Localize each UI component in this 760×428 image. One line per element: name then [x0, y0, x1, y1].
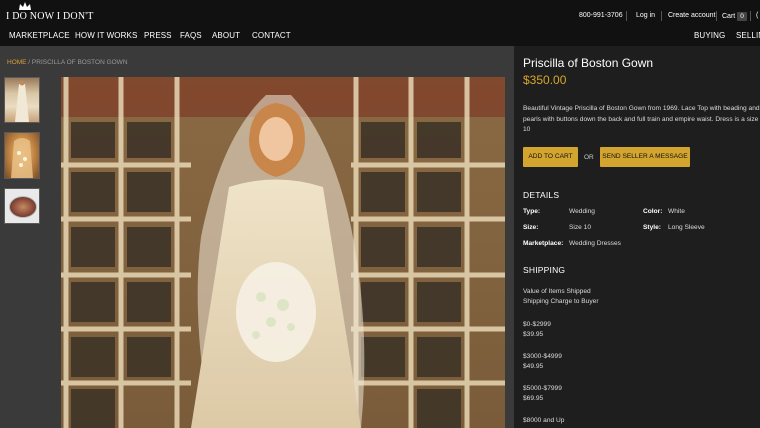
- color-label: Color:: [643, 208, 663, 215]
- product-description: Beautiful Vintage Priscilla of Boston Go…: [523, 105, 760, 133]
- login-link[interactable]: Log in: [636, 12, 655, 19]
- divider: [661, 11, 662, 21]
- type-value: Wedding: [569, 208, 595, 215]
- thumbnail-lace-detail-image: [11, 138, 33, 178]
- nav-marketplace[interactable]: MARKETPLACE: [9, 31, 70, 40]
- cart-count-badge: 0: [737, 12, 747, 21]
- cart-link[interactable]: Cart 0: [722, 12, 747, 21]
- shipping-tier-charge: $39.95: [523, 331, 544, 338]
- phone-number[interactable]: 800-991-3706: [579, 12, 623, 19]
- nav-faqs[interactable]: FAQS: [180, 31, 202, 40]
- shipping-tier-range: $3000-$4999: [523, 353, 562, 360]
- create-account-link[interactable]: Create account: [668, 12, 715, 19]
- style-value: Long Sleeve: [668, 224, 705, 231]
- add-to-cart-button[interactable]: ADD TO CART: [523, 147, 578, 167]
- nav-how-it-works[interactable]: HOW IT WORKS: [75, 31, 137, 40]
- divider: [626, 11, 627, 21]
- main-product-photo[interactable]: [61, 77, 505, 428]
- cart-label: Cart: [722, 13, 736, 20]
- shipping-tier-range: $0-$2999: [523, 321, 551, 328]
- size-label: Size:: [523, 224, 539, 231]
- divider: [750, 11, 751, 21]
- details-heading: DETAILS: [523, 190, 560, 200]
- size-value: Size 10: [569, 224, 591, 231]
- breadcrumb-home-link[interactable]: HOME: [7, 59, 27, 66]
- thumbnail-bride-image: [15, 80, 29, 122]
- crown-icon: [19, 2, 31, 10]
- nav-press[interactable]: PRESS: [144, 31, 172, 40]
- marketplace-value[interactable]: Wedding Dresses: [569, 240, 621, 247]
- product-gallery-area: HOME / PRISCILLA OF BOSTON GOWN: [0, 46, 514, 428]
- breadcrumb-current: PRISCILLA OF BOSTON GOWN: [31, 59, 128, 66]
- send-seller-message-button[interactable]: SEND SELLER A MESSAGE: [600, 147, 690, 167]
- product-price: $350.00: [523, 73, 567, 87]
- gallery-thumbnail-1[interactable]: [4, 77, 40, 123]
- thumbnail-plate-image: [9, 196, 37, 218]
- nav-selling[interactable]: SELLIN: [736, 31, 760, 40]
- product-details-panel: Priscilla of Boston Gown $350.00 Beautif…: [514, 46, 760, 428]
- shipping-tier-charge: $69.95: [523, 395, 544, 402]
- divider: [716, 11, 717, 21]
- logo-text: I DO NOW I DON'T: [6, 11, 94, 22]
- shipping-heading: SHIPPING: [523, 265, 566, 275]
- style-label: Style:: [643, 224, 661, 231]
- nav-about[interactable]: ABOUT: [212, 31, 240, 40]
- top-navigation-bar: I DO NOW I DON'T 800-991-3706 Log in Cre…: [0, 0, 760, 46]
- shipping-column-value-label: Value of Items Shipped: [523, 288, 591, 295]
- type-label: Type:: [523, 208, 541, 215]
- shipping-tier-range: $8000 and Up: [523, 417, 565, 424]
- shipping-tier-charge: $49.95: [523, 363, 544, 370]
- site-logo[interactable]: I DO NOW I DON'T: [6, 2, 94, 26]
- shipping-column-charge-label: Shipping Charge to Buyer: [523, 298, 599, 305]
- account-menu-fragment[interactable]: (: [756, 12, 758, 19]
- shipping-tier-range: $5000-$7999: [523, 385, 562, 392]
- gallery-thumbnail-3[interactable]: [4, 188, 40, 224]
- product-title: Priscilla of Boston Gown: [523, 56, 654, 70]
- color-value: White: [668, 208, 685, 215]
- nav-buying[interactable]: BUYING: [694, 31, 725, 40]
- gallery-thumbnail-2[interactable]: [4, 132, 40, 179]
- or-text: OR: [584, 154, 594, 161]
- marketplace-label: Marketplace:: [523, 240, 564, 247]
- breadcrumb: HOME / PRISCILLA OF BOSTON GOWN: [7, 59, 128, 66]
- bride-photo-image: [61, 77, 505, 428]
- nav-contact[interactable]: CONTACT: [252, 31, 291, 40]
